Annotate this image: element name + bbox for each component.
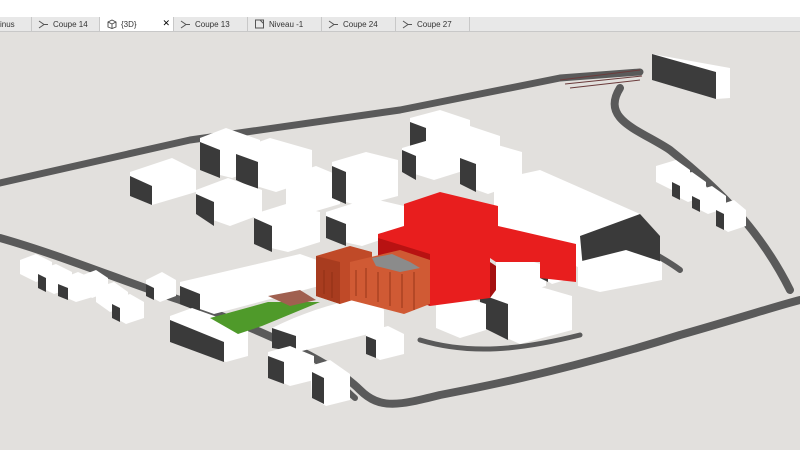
section-icon bbox=[38, 19, 49, 29]
tab-niveau-1[interactable]: Niveau -1 bbox=[248, 17, 322, 31]
close-icon[interactable]: ✕ bbox=[162, 18, 170, 29]
building-row-east bbox=[656, 160, 746, 232]
3d-model-canvas bbox=[0, 54, 800, 408]
top-strip bbox=[0, 0, 800, 18]
section-icon bbox=[402, 19, 413, 29]
tab-label: Coupe 13 bbox=[195, 19, 230, 29]
3d-viewport[interactable] bbox=[0, 32, 800, 450]
section-icon bbox=[328, 19, 339, 29]
tab-coupe-14[interactable]: Coupe 14 bbox=[32, 17, 100, 31]
tab-coupe-27[interactable]: Coupe 27 bbox=[396, 17, 470, 31]
tab-label: Coupe 24 bbox=[343, 19, 378, 29]
tab-inus[interactable]: inus bbox=[0, 17, 32, 31]
building-far-right bbox=[652, 54, 730, 99]
context-buildings bbox=[20, 54, 746, 406]
tab-label: Coupe 27 bbox=[417, 19, 452, 29]
building-row-west bbox=[20, 254, 176, 324]
tab-label: inus bbox=[0, 19, 15, 29]
tab-label: Coupe 14 bbox=[53, 19, 88, 29]
tab-label: Niveau -1 bbox=[269, 19, 304, 29]
tab-coupe-24[interactable]: Coupe 24 bbox=[322, 17, 396, 31]
heritage-brick-building bbox=[316, 246, 430, 314]
3d-view-icon bbox=[106, 19, 117, 29]
tab-label: {3D} bbox=[121, 19, 137, 29]
tab-3d[interactable]: {3D} ✕ bbox=[100, 17, 174, 31]
section-icon bbox=[180, 19, 191, 29]
tab-coupe-13[interactable]: Coupe 13 bbox=[174, 17, 248, 31]
view-tab-bar: inus Coupe 14 {3D} ✕ Coupe 13 Niveau -1 … bbox=[0, 17, 800, 32]
plan-view-icon bbox=[254, 19, 265, 29]
